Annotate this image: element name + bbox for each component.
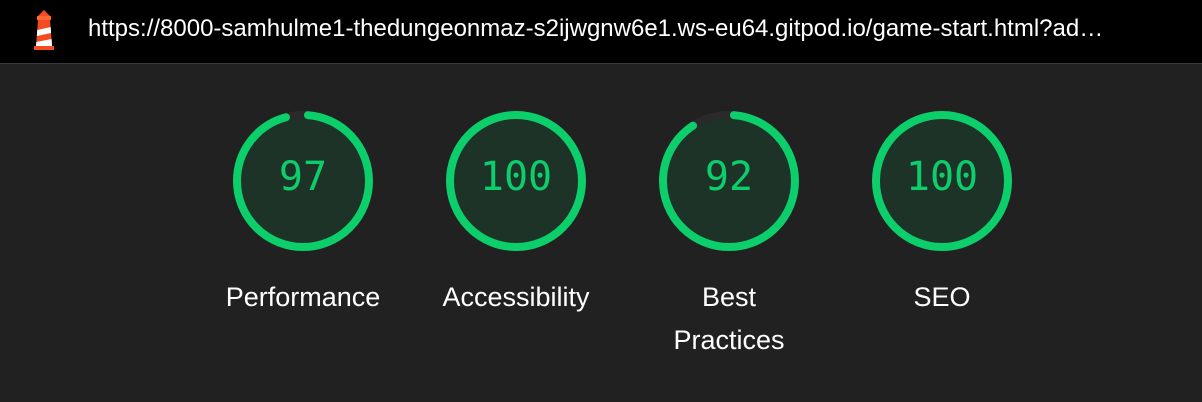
gauge-label: Best Practices	[624, 276, 834, 362]
gauge-score: 97	[278, 154, 328, 200]
gauge-score: 100	[479, 154, 553, 200]
gauge-label-line1: Accessibility	[442, 282, 590, 312]
gauge-label: SEO	[837, 276, 1047, 319]
accessibility-gauge[interactable]: 100 Accessibility	[441, 108, 591, 358]
lighthouse-icon	[34, 10, 54, 50]
gauge-score: 92	[704, 154, 754, 200]
gauge-label-line2: Practices	[673, 325, 785, 355]
gauge-label-line1: Best	[701, 282, 757, 312]
gauge-label-line1: Performance	[225, 282, 381, 312]
gauge-label-line1: SEO	[913, 282, 971, 312]
performance-gauge[interactable]: 97 Performance	[226, 108, 380, 358]
url-text[interactable]: https://8000-samhulme1-thedungeonmaz-s2i…	[88, 14, 1188, 44]
best-practices-gauge[interactable]: 92 Best Practices	[654, 108, 804, 358]
browser-address-bar: https://8000-samhulme1-thedungeonmaz-s2i…	[0, 0, 1202, 64]
gauge-label: Performance	[198, 276, 408, 319]
gauge-label: Accessibility	[411, 276, 621, 319]
seo-gauge[interactable]: 100 SEO	[867, 108, 1017, 358]
lighthouse-scores: 97 Performance 100 Accessibility 92 Best…	[0, 64, 1202, 402]
gauge-score: 100	[905, 154, 979, 200]
